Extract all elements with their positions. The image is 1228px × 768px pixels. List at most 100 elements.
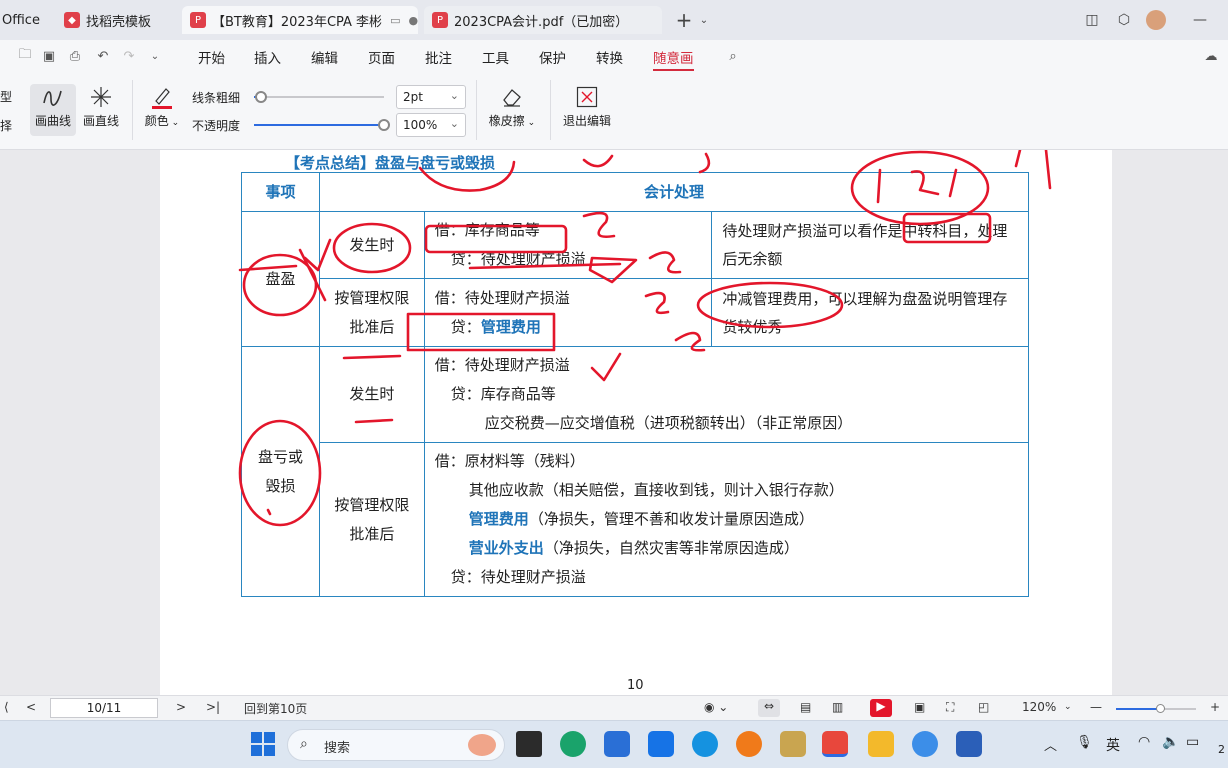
tab-bt-education[interactable]: P 【BT教育】2023年CPA 李彬 ▭ ●: [182, 6, 418, 34]
new-tab-icon[interactable]: +: [674, 8, 694, 32]
entry-line: 借：库存商品等: [434, 221, 540, 239]
zoom-in-icon[interactable]: +: [1210, 700, 1220, 714]
wps-icon[interactable]: [822, 731, 848, 757]
reading-mode-icon[interactable]: ▣: [914, 700, 925, 714]
slider-knob[interactable]: [378, 119, 390, 131]
volume-icon[interactable]: 🔈: [1162, 734, 1179, 750]
category-surplus: 盘盈: [241, 211, 320, 347]
microphone-icon[interactable]: 🎙: [1076, 735, 1093, 750]
tab-template[interactable]: ◆ 找稻壳模板: [56, 6, 176, 34]
fit-width-icon[interactable]: ⇔: [758, 699, 780, 717]
cloud-icon[interactable]: ☁: [1202, 47, 1220, 65]
redo-icon[interactable]: ↷: [120, 47, 138, 65]
open-folder-icon[interactable]: 🗀: [16, 47, 34, 65]
chevron-down-icon[interactable]: ⌄: [694, 10, 714, 30]
menu-protect[interactable]: 保护: [539, 47, 566, 67]
baidu-netdisk-icon[interactable]: [912, 731, 938, 757]
entry-cell: 借：待处理财产损溢 贷：库存商品等 应交税费—应交增值税（进项税额转出）（非正常…: [423, 346, 1030, 443]
entry-line: 营业外支出（净损失，自然灾害等非常原因造成）: [468, 539, 799, 557]
chevron-up-icon[interactable]: ︿: [1044, 735, 1057, 754]
opacity-value: 100%: [403, 118, 438, 132]
opacity-slider[interactable]: [254, 119, 390, 131]
page-input[interactable]: 10/11: [50, 698, 158, 718]
chevron-down-icon[interactable]: ⌄: [146, 47, 164, 65]
zoom-slider[interactable]: [1116, 704, 1196, 713]
table-header: 事项: [241, 172, 320, 212]
eraser-button[interactable]: 橡皮擦 ⌄: [486, 84, 538, 136]
fullscreen-icon[interactable]: ⛶: [946, 700, 954, 715]
firefox-icon[interactable]: [736, 731, 762, 757]
tool-label: 画直线: [82, 114, 119, 128]
tab-office[interactable]: Office: [0, 6, 48, 34]
tab-label: 2023CPA会计.pdf（已加密）: [454, 14, 629, 30]
crop-icon[interactable]: ◰: [978, 700, 989, 714]
play-icon[interactable]: ▶: [870, 699, 892, 717]
opacity-select[interactable]: 100% ⌄: [396, 113, 466, 137]
zoom-out-icon[interactable]: —: [1090, 700, 1102, 714]
menu-edit[interactable]: 编辑: [311, 47, 338, 67]
menu-convert[interactable]: 转换: [596, 47, 623, 67]
sidebar-icon[interactable]: ◫: [1082, 10, 1102, 30]
menu-insert[interactable]: 插入: [254, 47, 281, 67]
tab-dot-icon[interactable]: ●: [408, 14, 418, 27]
avatar[interactable]: [1146, 10, 1166, 30]
task-view-icon[interactable]: [516, 731, 542, 757]
lenovo-icon[interactable]: [648, 731, 674, 757]
undo-icon[interactable]: ↶: [94, 47, 112, 65]
search-icon[interactable]: ⌕: [724, 47, 742, 65]
prev-page-icon[interactable]: <: [26, 700, 36, 714]
monitor-icon[interactable]: ▭: [390, 14, 400, 27]
document-area[interactable]: 【考点总结】盘盈与盘亏或毁损 事项 会计处理 盘盈 发生时 借：库存商品等 贷：…: [0, 150, 1228, 695]
draw-line-button[interactable]: 画直线: [78, 84, 124, 136]
entry-cell: 借：待处理财产损溢 贷：管理费用: [423, 278, 713, 347]
tool-label: 橡皮擦 ⌄: [488, 114, 536, 128]
menu-freehand[interactable]: 随意画: [653, 47, 694, 71]
battery-icon[interactable]: ▭: [1186, 734, 1199, 750]
back-to-page-link[interactable]: 回到第10页: [244, 700, 307, 717]
cube-icon[interactable]: ⬡: [1114, 10, 1134, 30]
chevron-down-icon[interactable]: ⌄: [1064, 702, 1072, 712]
edge-dev-icon[interactable]: [560, 731, 586, 757]
file-explorer-icon[interactable]: [868, 731, 894, 757]
menu-page[interactable]: 页面: [368, 47, 395, 67]
single-page-icon[interactable]: ▤: [800, 700, 811, 714]
thickness-label: 线条粗细: [192, 91, 241, 105]
app-icon[interactable]: [780, 731, 806, 757]
exit-edit-button[interactable]: 退出编辑: [560, 84, 614, 136]
entry-line: 管理费用（净损失，管理不善和收发计量原因造成）: [468, 510, 814, 528]
pdf-icon: P: [432, 12, 448, 28]
print-icon[interactable]: ⎙: [66, 47, 84, 65]
wifi-icon[interactable]: ◠: [1138, 734, 1150, 750]
entry-line: 其他应收款（相关赔偿，直接收到钱，则计入银行存款）: [468, 481, 844, 499]
menu-start[interactable]: 开始: [198, 47, 225, 67]
windows-start-icon[interactable]: [250, 731, 276, 757]
thickness-slider[interactable]: [254, 91, 384, 103]
next-page-icon[interactable]: >: [176, 700, 186, 714]
slider-knob[interactable]: [255, 91, 267, 103]
draw-curve-button[interactable]: 画曲线: [30, 84, 76, 136]
cut-label-bottom: 择: [0, 119, 13, 133]
menu-tools[interactable]: 工具: [482, 47, 509, 67]
category-loss: 盘亏或 毁损: [241, 346, 320, 597]
octopus-icon: [468, 734, 496, 756]
zoom-value[interactable]: 120%: [1022, 700, 1056, 714]
separator: [132, 80, 133, 140]
eraser-icon: [486, 84, 538, 110]
minimize-icon[interactable]: —: [1190, 10, 1210, 30]
color-button[interactable]: 颜色 ⌄: [140, 84, 184, 136]
tab-label: 找稻壳模板: [86, 14, 152, 30]
store-icon[interactable]: [604, 731, 630, 757]
taskbar-search[interactable]: ⌕ 搜索: [287, 729, 505, 761]
edge-icon[interactable]: [692, 731, 718, 757]
thickness-select[interactable]: 2pt ⌄: [396, 85, 466, 109]
save-icon[interactable]: ▣: [40, 47, 58, 65]
tab-cpa-pdf[interactable]: P 2023CPA会计.pdf（已加密）: [424, 6, 662, 34]
ime-indicator[interactable]: 英: [1106, 735, 1120, 755]
two-page-icon[interactable]: ▥: [832, 700, 843, 714]
eye-icon[interactable]: ◉ ⌄: [704, 700, 728, 714]
word-icon[interactable]: [956, 731, 982, 757]
last-page-icon[interactable]: >|: [206, 700, 220, 714]
menu-annotate[interactable]: 批注: [425, 47, 452, 67]
slider-knob[interactable]: [1155, 704, 1165, 713]
first-page-icon[interactable]: ⟨: [4, 700, 9, 714]
